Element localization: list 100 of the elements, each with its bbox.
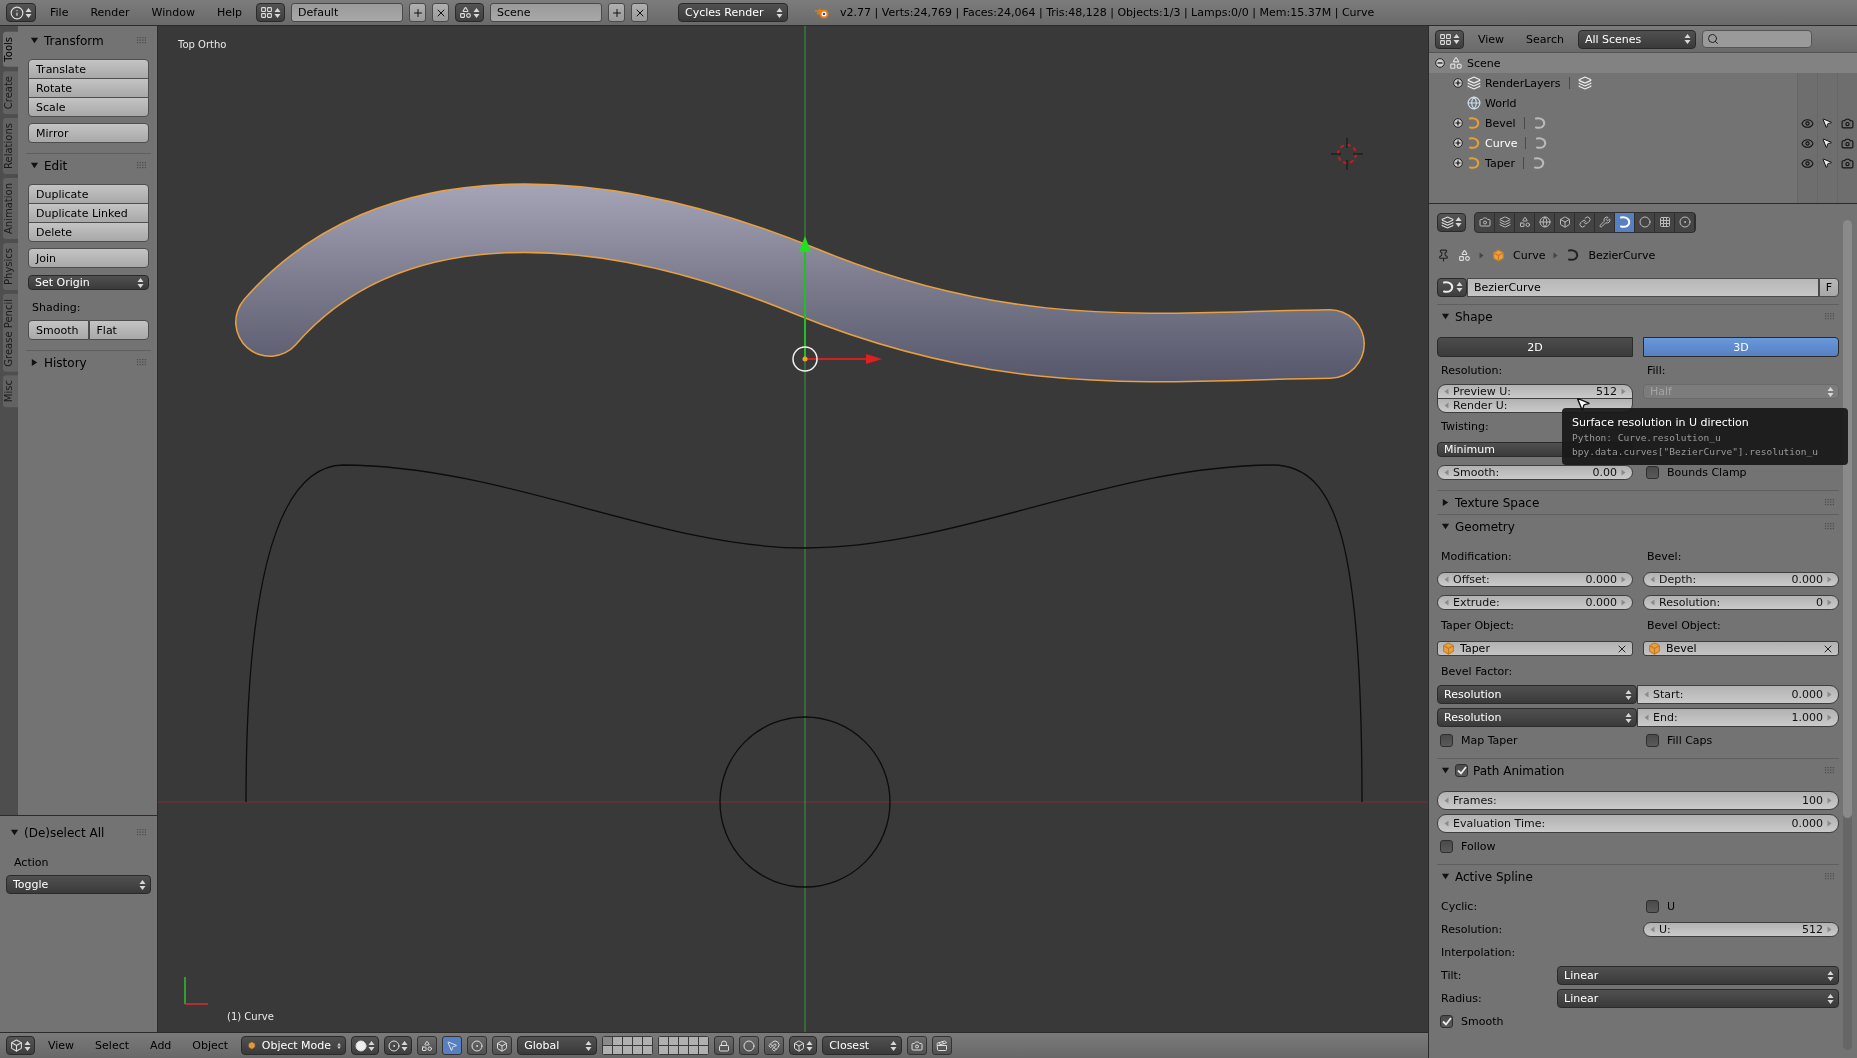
drag-grip-icon[interactable]	[137, 829, 147, 836]
editor-type-select[interactable]	[6, 1036, 35, 1055]
object-field[interactable]: Taper	[1437, 641, 1633, 656]
curve-icon[interactable]	[1532, 116, 1547, 130]
context-tab[interactable]	[1615, 212, 1635, 232]
camera-icon[interactable]	[1840, 116, 1854, 130]
layers-icon[interactable]	[1577, 76, 1592, 90]
layer-buttons[interactable]	[602, 1036, 654, 1055]
eye-icon[interactable]	[1800, 136, 1814, 150]
outliner-row[interactable]: Taper	[1429, 153, 1857, 173]
checkbox[interactable]	[1646, 734, 1659, 747]
drag-grip-icon[interactable]	[137, 359, 147, 366]
add-button[interactable]	[608, 3, 626, 22]
dropdown[interactable]: Cycles Render	[678, 3, 789, 22]
checkbox[interactable]	[1440, 840, 1453, 853]
dropdown[interactable]: Toggle	[6, 875, 151, 894]
dropdown[interactable]: Set Origin	[28, 275, 149, 290]
expand-icon[interactable]	[1453, 138, 1463, 148]
camera-icon[interactable]	[1840, 156, 1854, 170]
drag-grip-icon[interactable]	[137, 37, 147, 44]
fake-user-button[interactable]: F	[1819, 277, 1839, 297]
camera-icon[interactable]	[1840, 136, 1854, 150]
render-animation-button[interactable]	[932, 1036, 953, 1055]
datablock-name-field[interactable]: BezierCurve	[1467, 277, 1819, 297]
panel-header[interactable]: Path Animation	[1437, 758, 1839, 782]
tool-button[interactable]: Mirror	[28, 123, 149, 143]
add-button[interactable]	[409, 3, 427, 22]
tool-button[interactable]: Delete	[28, 222, 149, 242]
remove-button[interactable]	[631, 3, 649, 22]
pin-icon[interactable]	[1437, 248, 1450, 262]
menu-item[interactable]: Add	[142, 1039, 180, 1052]
eye-icon[interactable]	[1800, 116, 1814, 130]
panel-header[interactable]: Shape	[1437, 304, 1839, 328]
scale-button[interactable]	[492, 1036, 513, 1055]
tool-button[interactable]: Flat	[88, 320, 149, 340]
remove-button[interactable]	[432, 3, 450, 22]
eye-icon[interactable]	[1800, 156, 1814, 170]
toggle-button[interactable]: 2D	[1437, 337, 1633, 357]
panel-header[interactable]: History	[26, 350, 151, 374]
menu-item[interactable]: View	[1470, 32, 1513, 46]
scrollbar[interactable]	[1843, 220, 1852, 1050]
object-field[interactable]: Bevel	[1643, 641, 1839, 656]
curve-icon[interactable]	[1531, 156, 1546, 170]
outliner-row[interactable]: RenderLayers	[1429, 73, 1857, 93]
tool-button[interactable]: Duplicate Linked	[28, 203, 149, 223]
checkbox[interactable]	[1646, 900, 1659, 913]
search-field[interactable]	[1701, 30, 1812, 48]
tool-shelf-tab[interactable]: Tools	[3, 32, 18, 67]
outliner-row[interactable]: Bevel	[1429, 113, 1857, 133]
editor-type-select[interactable]	[1437, 212, 1466, 232]
drag-grip-icon[interactable]	[1825, 523, 1835, 530]
render-button[interactable]	[907, 1036, 928, 1055]
dropdown[interactable]: All Scenes	[1577, 29, 1696, 49]
menu-item[interactable]: Help	[208, 6, 251, 19]
expand-icon[interactable]	[1453, 118, 1463, 128]
panel-header[interactable]: Transform	[26, 28, 151, 52]
snap-target-dropdown[interactable]: Closest	[822, 1036, 903, 1055]
tool-button[interactable]: Smooth	[28, 320, 89, 340]
panel-header[interactable]: Texture Space	[1437, 490, 1839, 514]
dropdown[interactable]: Resolution	[1437, 685, 1637, 704]
tool-button[interactable]: Duplicate	[28, 184, 149, 204]
datablock-select[interactable]	[1437, 277, 1467, 297]
checkbox[interactable]	[1646, 466, 1659, 479]
scene-field[interactable]: Scene	[490, 3, 603, 22]
layout-select[interactable]	[256, 3, 286, 22]
expand-icon[interactable]	[1453, 78, 1463, 88]
drag-grip-icon[interactable]	[137, 162, 147, 169]
tool-button[interactable]: Translate	[28, 59, 149, 79]
menu-item[interactable]: Select	[87, 1039, 138, 1052]
checkbox[interactable]	[1440, 1015, 1453, 1028]
drag-grip-icon[interactable]	[1825, 499, 1835, 506]
panel-header[interactable]: (De)select All	[6, 820, 151, 844]
translate-button[interactable]	[442, 1036, 463, 1055]
tool-button[interactable]: Scale	[28, 97, 149, 117]
orientation-dropdown[interactable]: Global	[517, 1036, 598, 1055]
cursor-arrow-icon[interactable]	[1821, 116, 1833, 129]
cursor-arrow-icon[interactable]	[1821, 156, 1833, 169]
expand-icon[interactable]	[1453, 158, 1463, 168]
lock-button[interactable]	[714, 1036, 735, 1055]
menu-item[interactable]: File	[42, 6, 77, 19]
snap-button[interactable]	[764, 1036, 785, 1055]
shading-select[interactable]	[351, 1036, 380, 1055]
proportional-button[interactable]	[739, 1036, 760, 1055]
menu-item[interactable]: Window	[143, 6, 203, 19]
outliner-row[interactable]: World	[1429, 93, 1857, 113]
curve-icon[interactable]	[1534, 136, 1549, 150]
panel-header[interactable]: Edit	[26, 153, 151, 177]
checkbox[interactable]	[1440, 734, 1453, 747]
mode-dropdown[interactable]: Object Mode	[241, 1036, 347, 1055]
dropdown[interactable]: Resolution	[1437, 708, 1637, 727]
manipulator-button[interactable]	[417, 1036, 438, 1055]
menu-item[interactable]: Search	[1518, 32, 1572, 46]
panel-header[interactable]: Geometry	[1437, 514, 1839, 538]
outliner-row[interactable]: Scene	[1429, 53, 1857, 73]
dropdown[interactable]: Linear	[1557, 989, 1839, 1008]
snap-element-select[interactable]	[789, 1036, 818, 1055]
tool-button[interactable]: Rotate	[28, 78, 149, 98]
rotate-button[interactable]	[467, 1036, 488, 1055]
screen-layout-field[interactable]: Default	[291, 3, 404, 22]
scene-select[interactable]	[455, 3, 485, 22]
